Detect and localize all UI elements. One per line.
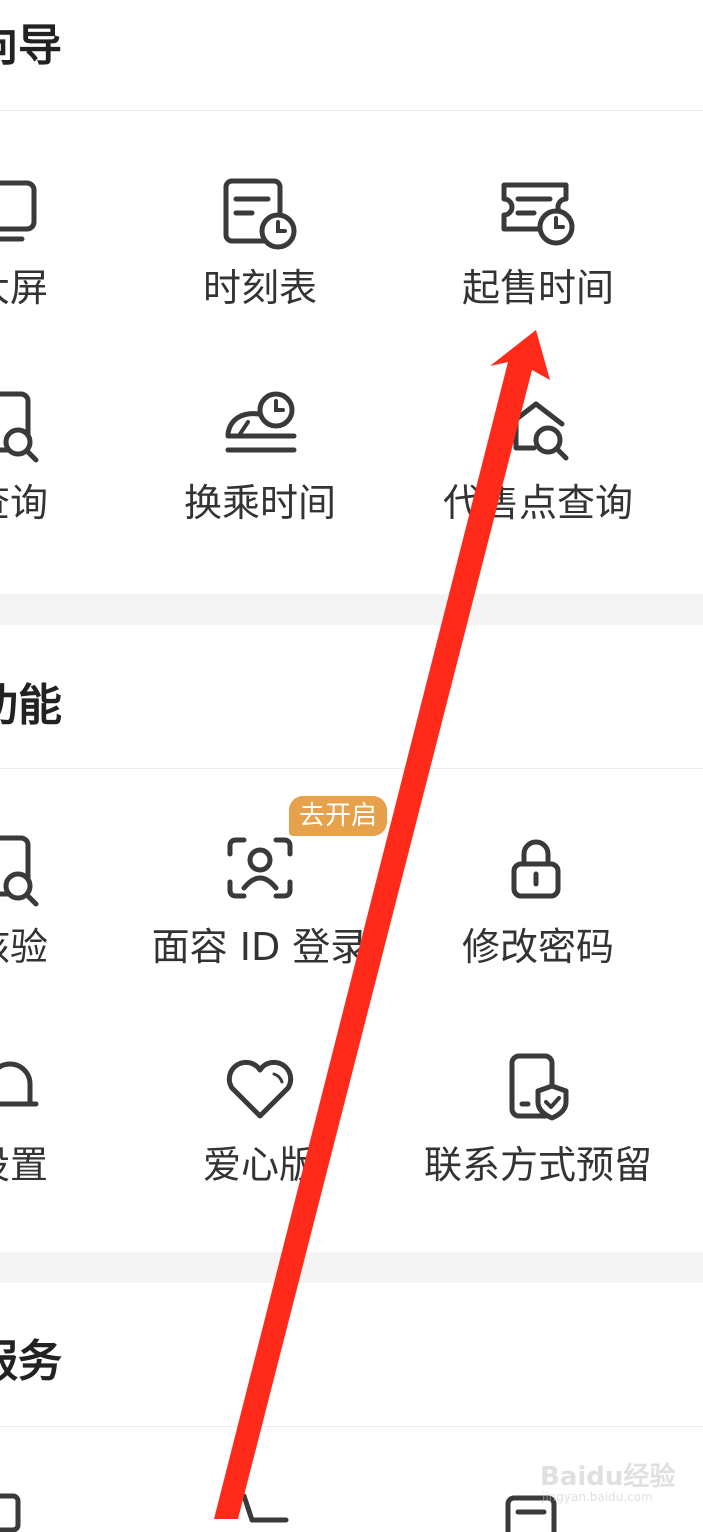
grid-item-label: 修改密码 — [461, 925, 614, 969]
watermark-brand: Baidu经验 — [540, 1462, 676, 1492]
watermark-url: jingyan.baidu.com — [542, 1490, 653, 1504]
partial-service-icon[interactable] — [0, 1490, 34, 1532]
grid-item-sale-start-time[interactable]: 起售时间 — [388, 173, 688, 333]
section-separator — [0, 594, 703, 625]
grid-item-agency-query[interactable]: 代售点查询 — [388, 388, 688, 548]
transfer-clock-icon — [225, 391, 297, 453]
bell-icon — [0, 1061, 39, 1107]
grid-item-label: 联系方式预留 — [423, 1143, 652, 1187]
house-search-icon — [507, 401, 569, 461]
cart-icon[interactable] — [228, 1490, 298, 1530]
grid-item-timetable[interactable]: 时刻表 — [110, 173, 410, 333]
baidu-jingyan-watermark: Baidu经验 jingyan.baidu.com — [540, 1448, 680, 1508]
search-document-icon — [0, 391, 39, 463]
divider — [0, 1426, 703, 1427]
grid-item-change-password[interactable]: 修改密码 — [388, 832, 688, 992]
ticket-clock-icon — [501, 182, 575, 246]
search-document-icon — [0, 835, 39, 907]
section-title-services: 服务 — [0, 1336, 62, 1387]
face-id-icon — [227, 837, 293, 899]
grid-item-label: 代售点查询 — [442, 481, 633, 525]
grid-item-label: 面容 ID 登录 — [151, 925, 369, 969]
grid-item-transfer-time[interactable]: 换乘时间 — [110, 388, 410, 548]
timetable-icon — [223, 178, 297, 250]
divider — [0, 768, 703, 769]
monitor-icon — [0, 180, 37, 242]
grid-item-label: 起售时间 — [461, 266, 614, 310]
heart-icon — [226, 1059, 294, 1119]
grid-item-face-id-login[interactable]: 面容 ID 登录 — [110, 832, 410, 992]
section-title-functions: 功能 — [0, 680, 62, 731]
grid-item-care-mode[interactable]: 爱心版 — [110, 1050, 410, 1210]
grid-item-label: 时刻表 — [202, 266, 317, 310]
lock-icon — [511, 839, 561, 899]
grid-item-label: 换乘时间 — [183, 481, 336, 525]
divider — [0, 110, 703, 111]
enable-badge[interactable]: 去开启 — [289, 796, 388, 836]
section-title-guide: 向导 — [0, 20, 62, 71]
section-separator — [0, 1252, 703, 1283]
grid-item-contact-reserve[interactable]: 联系方式预留 — [388, 1050, 688, 1210]
phone-shield-icon — [509, 1053, 569, 1121]
grid-item-label: 爱心版 — [202, 1143, 317, 1187]
